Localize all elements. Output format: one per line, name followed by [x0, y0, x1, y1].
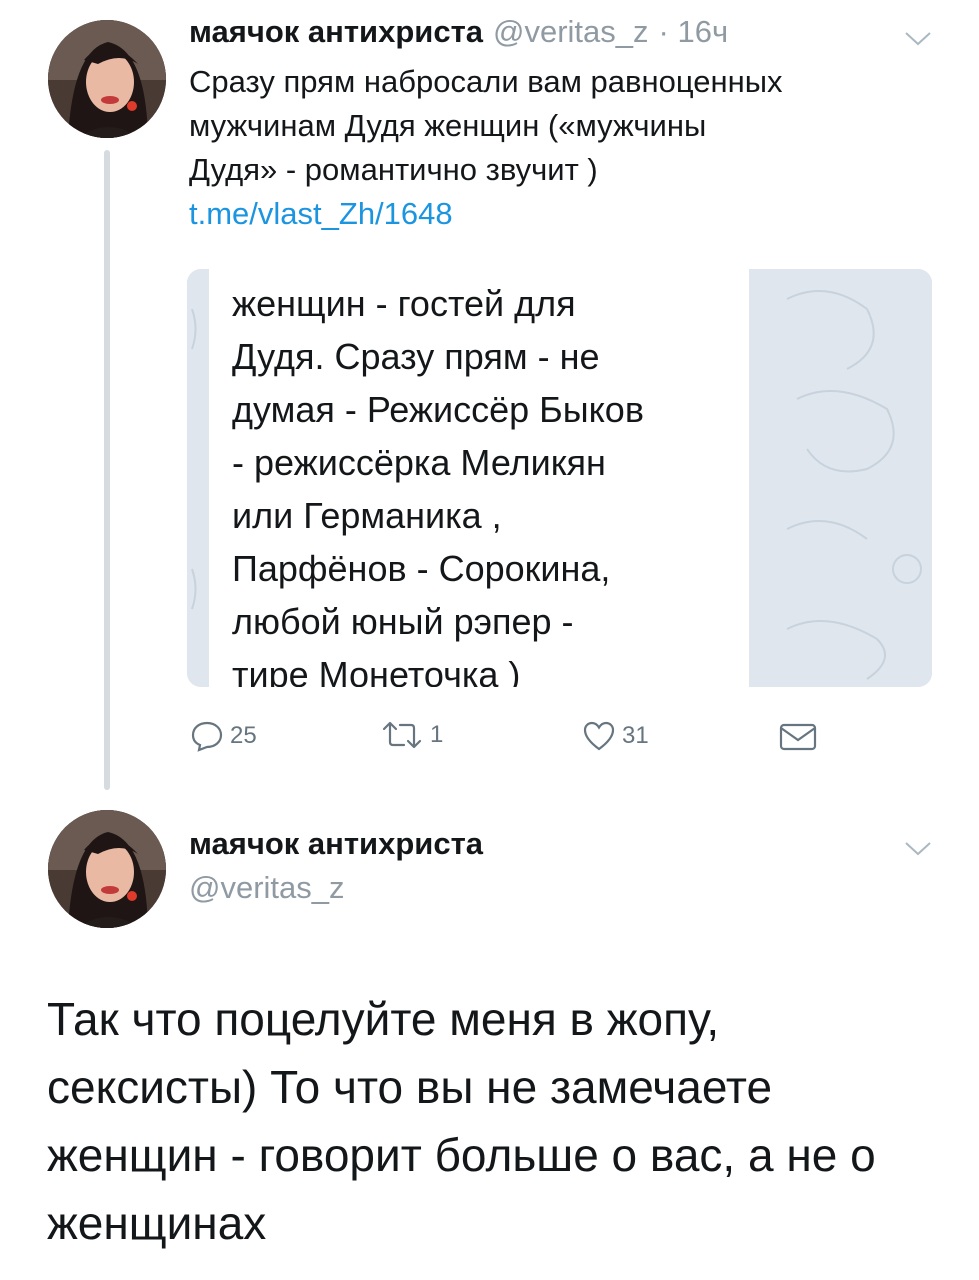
reply-count: 25	[230, 722, 257, 749]
message-line: или Германика ,	[232, 495, 502, 536]
like-count: 31	[622, 722, 649, 749]
like-button[interactable]: 31	[582, 720, 649, 752]
author-name[interactable]: маячок антихриста	[189, 14, 483, 50]
message-line: - режиссёрка Меликян	[232, 442, 606, 483]
tweet-text: Так что поцелуйте меня в жопу, сексисты)…	[47, 985, 947, 1257]
tweet-text-line: сексисты) То что вы не замечаете	[47, 1061, 773, 1113]
reply-button[interactable]: 25	[190, 720, 257, 752]
tweet-text: Сразу прям набросали вам равноценных муж…	[189, 60, 929, 236]
tweet-text-line: женщин - говорит больше о вас, а не о	[47, 1129, 876, 1181]
avatar[interactable]	[48, 810, 166, 928]
tweet-time[interactable]: · 16ч	[659, 14, 729, 50]
chevron-down-icon[interactable]	[903, 840, 933, 858]
envelope-icon	[779, 723, 817, 751]
embedded-image[interactable]: женщин - гостей для Дудя. Сразу прям - н…	[187, 269, 932, 687]
message-line: любой юный рэпер -	[232, 601, 574, 642]
message-text: женщин - гостей для Дудя. Сразу прям - н…	[232, 277, 749, 687]
avatar[interactable]	[48, 20, 166, 138]
heart-icon	[583, 721, 615, 751]
message-line: женщин - гостей для	[232, 283, 576, 324]
reply-icon	[191, 721, 223, 752]
author-handle[interactable]: @veritas_z	[189, 870, 345, 906]
chevron-down-icon[interactable]	[903, 30, 933, 48]
tweet-text-line: Дудя» - романтично звучит )	[189, 152, 598, 187]
tweet-link[interactable]: t.me/vlast_Zh/1648	[189, 192, 929, 236]
message-line: тире Монеточка )	[232, 654, 521, 687]
tweet-text-line: Так что поцелуйте меня в жопу,	[47, 993, 720, 1045]
author-handle[interactable]: @veritas_z	[493, 14, 649, 50]
direct-message-button[interactable]	[778, 722, 824, 752]
tweet-text-line: мужчинам Дудя женщин («мужчины	[189, 108, 707, 143]
retweet-icon	[382, 721, 422, 749]
message-screenshot: женщин - гостей для Дудя. Сразу прям - н…	[209, 269, 749, 687]
thread-line	[104, 150, 110, 790]
tweet-text-line: женщинах	[47, 1197, 267, 1249]
message-line: Парфёнов - Сорокина,	[232, 548, 611, 589]
tweet-header: маячок антихриста @veritas_z · 16ч	[189, 14, 728, 50]
retweet-button[interactable]: 1	[380, 720, 443, 750]
retweet-count: 1	[430, 721, 444, 748]
message-line: Дудя. Сразу прям - не	[232, 336, 600, 377]
tweet-text-line: Сразу прям набросали вам равноценных	[189, 64, 783, 99]
author-name[interactable]: маячок антихриста	[189, 826, 483, 862]
message-line: думая - Режиссёр Быков	[232, 389, 644, 430]
